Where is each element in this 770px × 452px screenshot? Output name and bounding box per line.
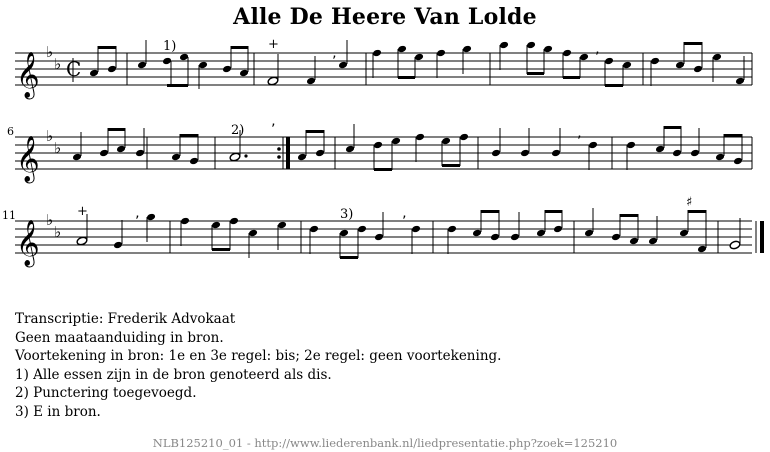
treble-clef-icon: 𝄞 bbox=[16, 136, 40, 184]
cut-time-icon: C bbox=[66, 57, 81, 82]
treble-clef-icon: 𝄞 bbox=[16, 52, 40, 100]
sharp-icon: ♯ bbox=[686, 195, 692, 210]
svg-text:♭: ♭ bbox=[54, 223, 61, 241]
svg-text:♭: ♭ bbox=[54, 55, 61, 73]
annotation-footnote-2: 2) bbox=[231, 123, 244, 138]
notes-system-3: ’ ’ bbox=[76, 208, 741, 259]
svg-text:’: ’ bbox=[595, 50, 599, 66]
note-line-footnote-1: 1) Alle essen zijn in de bron genoteerd … bbox=[15, 366, 332, 383]
note-line-footnote-2: 2) Punctering toegevoegd. bbox=[15, 385, 197, 401]
staff-system-3: 11 𝄞 ♭♭ ’ ’ + 3) ♯ bbox=[2, 195, 764, 268]
svg-text:♭: ♭ bbox=[46, 211, 53, 229]
note-line-transcription: Transcriptie: Frederik Advokaat bbox=[15, 311, 236, 327]
svg-text:♭: ♭ bbox=[54, 139, 61, 157]
music-score: 𝄞 ♭♭ C ’ ’ 1) + 6 𝄞 ♭♭ ’ ’ 2) 11 𝄞 ♭♭ ’ … bbox=[2, 37, 764, 268]
note-line-footnote-3: 3) E in bron. bbox=[15, 403, 101, 420]
treble-clef-icon: 𝄞 bbox=[16, 220, 40, 268]
staff-lines bbox=[15, 52, 752, 86]
svg-text:’: ’ bbox=[577, 134, 581, 150]
staff-lines bbox=[15, 136, 752, 170]
annotation-plus: + bbox=[77, 204, 88, 219]
note-line-key-signature: Voortekening in bron: 1e en 3e regel: bi… bbox=[15, 348, 502, 364]
annotation-footnote-3: 3) bbox=[340, 207, 353, 222]
svg-text:’: ’ bbox=[135, 214, 139, 230]
final-barline bbox=[755, 221, 764, 253]
source-footer[interactable]: NLB125210_01 - http://www.liederenbank.n… bbox=[0, 436, 770, 450]
svg-text:♭: ♭ bbox=[46, 127, 53, 145]
staff-system-1: 𝄞 ♭♭ C ’ ’ 1) + bbox=[15, 37, 753, 100]
annotation-plus: + bbox=[268, 37, 279, 52]
staff-system-2: 6 𝄞 ♭♭ ’ ’ 2) bbox=[7, 122, 753, 184]
svg-text:’: ’ bbox=[332, 54, 336, 70]
svg-text:♭: ♭ bbox=[46, 43, 53, 61]
svg-text:’: ’ bbox=[271, 122, 275, 138]
measure-number: 6 bbox=[7, 125, 14, 138]
transcription-notes: Transcriptie: Frederik Advokaat Geen maa… bbox=[15, 310, 501, 421]
svg-text:C: C bbox=[66, 57, 81, 81]
notes-system-1: ’ ’ bbox=[89, 40, 745, 89]
annotation-footnote-1: 1) bbox=[163, 39, 176, 54]
notes-system-2: ’ ’ bbox=[72, 122, 743, 171]
svg-text:’: ’ bbox=[402, 214, 406, 230]
note-line-no-meter: Geen maataanduiding in bron. bbox=[15, 329, 224, 346]
measure-number: 11 bbox=[2, 209, 16, 222]
